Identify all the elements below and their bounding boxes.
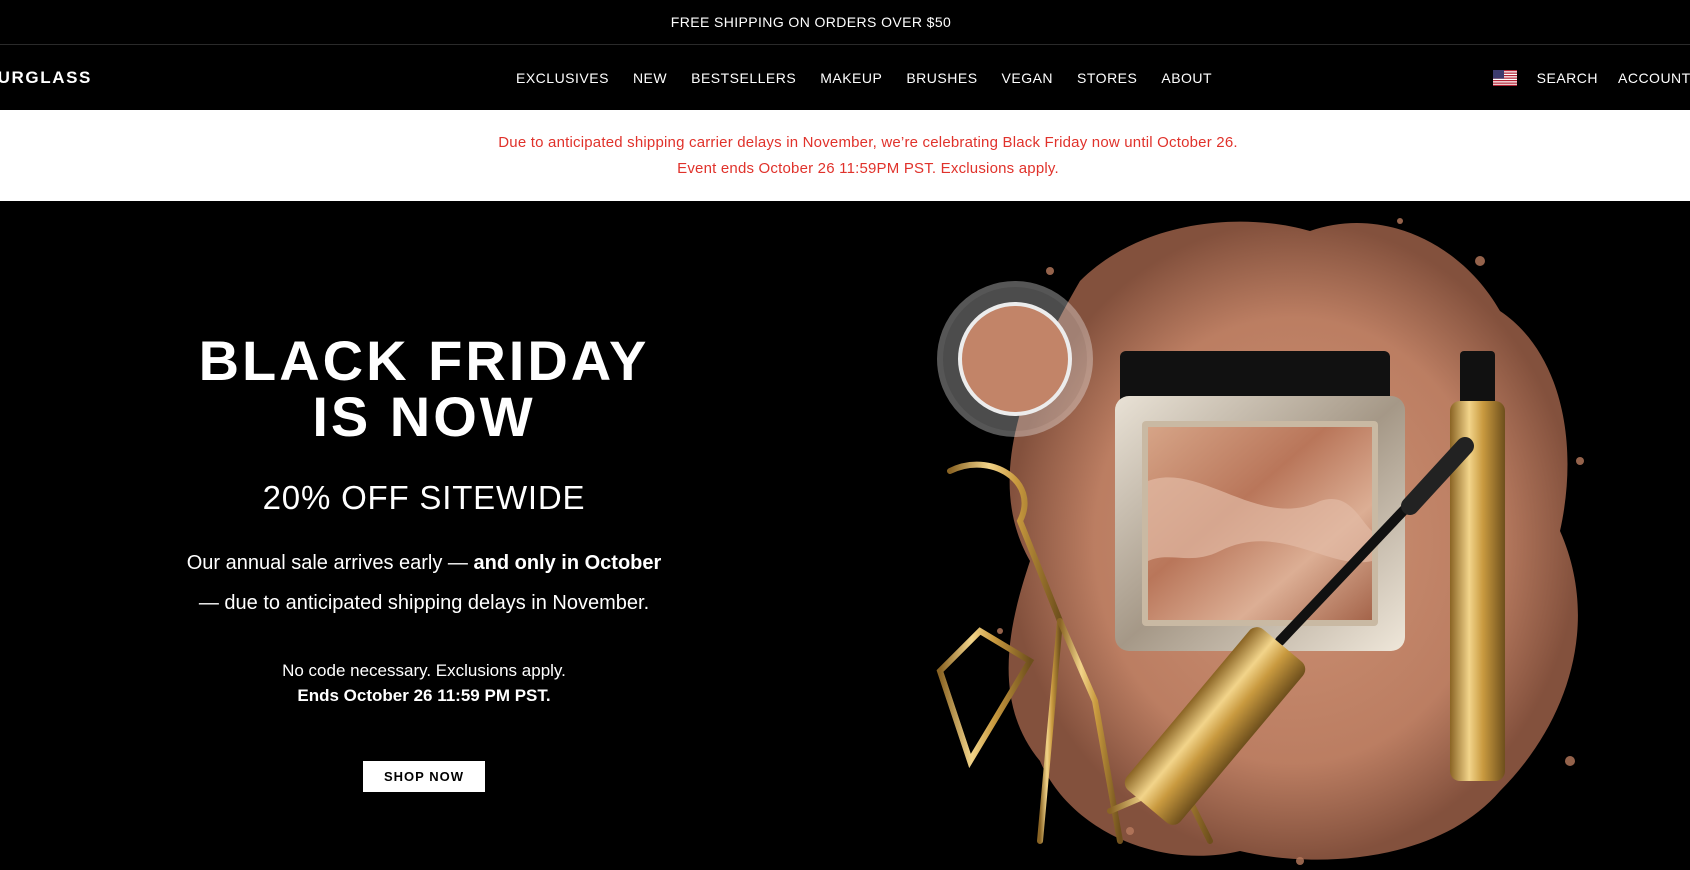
search-link[interactable]: SEARCH (1537, 70, 1598, 86)
mascara-tube (1450, 351, 1505, 781)
hero-headline-line-1: BLACK FRIDAY (198, 329, 650, 392)
nav-item-brushes[interactable]: BRUSHES (906, 70, 977, 86)
hero-body-emphasis: and only in October (473, 552, 662, 574)
header-utilities: SEARCH ACCOUNT (1492, 45, 1690, 110)
announcement-text: FREE SHIPPING ON ORDERS OVER $50 (670, 14, 952, 30)
pigment-jar (937, 281, 1093, 437)
shop-now-button[interactable]: SHOP NOW (363, 761, 485, 792)
us-flag-icon[interactable] (1492, 69, 1517, 86)
bronzer-compact (1115, 351, 1405, 651)
nav-item-vegan[interactable]: VEGAN (1002, 70, 1054, 86)
hero-headline: BLACK FRIDAY IS NOW (130, 333, 718, 445)
hero-body-line-1: Our annual sale arrives early — and only… (186, 552, 662, 574)
promo-line-2: Event ends October 26 11:59PM PST. Exclu… (677, 160, 1059, 177)
promo-line-1: Due to anticipated shipping carrier dela… (498, 134, 1238, 151)
main-header: HOURGLASS EXCLUSIVES NEW BESTSELLERS MAK… (0, 45, 1690, 110)
nav-item-exclusives[interactable]: EXCLUSIVES (516, 70, 609, 86)
promo-notice: Due to anticipated shipping carrier dela… (0, 110, 1690, 201)
hero-note-1: No code necessary. Exclusions apply. (282, 661, 566, 680)
brand-logo[interactable]: HOURGLASS (0, 45, 92, 110)
hero-banner: BLACK FRIDAY IS NOW 20% OFF SITEWIDE Our… (0, 201, 1690, 870)
nav-item-stores[interactable]: STORES (1077, 70, 1137, 86)
announcement-bar: FREE SHIPPING ON ORDERS OVER $50 (0, 0, 1690, 45)
account-link[interactable]: ACCOUNT (1618, 70, 1690, 86)
hero-body-line-2: — due to anticipated shipping delays in … (198, 592, 650, 614)
nav-item-bestsellers[interactable]: BESTSELLERS (691, 70, 796, 86)
nav-item-new[interactable]: NEW (633, 70, 667, 86)
hero-subheadline: 20% OFF SITEWIDE (262, 479, 586, 516)
hero-note-2: Ends October 26 11:59 PM PST. (297, 686, 551, 705)
main-nav: EXCLUSIVES NEW BESTSELLERS MAKEUP BRUSHE… (516, 45, 1236, 110)
nav-item-about[interactable]: ABOUT (1161, 70, 1212, 86)
hero-headline-line-2: IS NOW (312, 385, 536, 448)
hero-product-image (936, 218, 1584, 865)
nav-item-makeup[interactable]: MAKEUP (820, 70, 882, 86)
